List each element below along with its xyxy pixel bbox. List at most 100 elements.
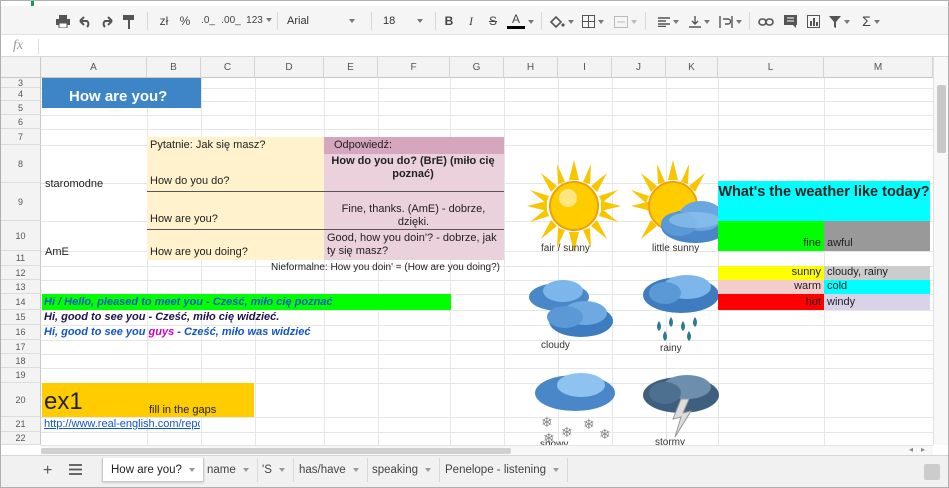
percent-button[interactable]: % (177, 11, 193, 31)
font-family-select[interactable]: Arial (287, 12, 367, 31)
weather-cold-cell[interactable]: cold (824, 280, 930, 294)
question-cell-how-are-you[interactable]: How are you? (147, 192, 324, 230)
exercise-cell[interactable]: ex1 fill in the gaps (42, 383, 254, 417)
horizontal-scroll-thumb[interactable] (41, 448, 511, 454)
borders-button[interactable] (579, 11, 607, 31)
column-header-k[interactable]: K (666, 57, 718, 78)
title-cell[interactable]: How are you? (42, 78, 201, 108)
column-header-d[interactable]: D (255, 57, 324, 78)
weather-title-cell[interactable]: What's the weather like today? (718, 181, 930, 221)
answer-cell-fine-thanks[interactable]: Fine, thanks. (AmE) - dobrze, dzięki. (324, 192, 504, 230)
select-all-corner[interactable] (1, 57, 41, 78)
column-header-c[interactable]: C (201, 57, 255, 78)
greeting-row-14[interactable]: Hi / Hello, pleased to meet you - Cześć,… (42, 294, 451, 310)
row-header-17[interactable]: 17 (1, 340, 41, 354)
formula-input[interactable] (47, 36, 927, 56)
column-header-e[interactable]: E (324, 57, 378, 78)
increase-decimal-button[interactable]: .00_ (221, 11, 241, 31)
row-header-8[interactable]: 8 (1, 145, 41, 183)
row-header-5[interactable]: 5 (1, 101, 41, 115)
horizontal-align-button[interactable] (654, 11, 682, 31)
question-cell-how-do-you-do[interactable]: How do you do? (147, 154, 324, 192)
greeting-row-16[interactable]: Hi, good to see you guys - Cześć, miło w… (42, 325, 502, 340)
row-header-20[interactable]: 20 (1, 383, 41, 417)
row-header-4[interactable]: 4 (1, 88, 41, 101)
row-header-15[interactable]: 15 (1, 310, 41, 325)
redo-icon[interactable] (98, 11, 116, 31)
explore-icon[interactable] (924, 464, 940, 480)
row-header-7[interactable]: 7 (1, 129, 41, 145)
sheet-tab-speaking[interactable]: speaking (364, 458, 441, 482)
column-header-i[interactable]: I (558, 57, 612, 78)
decrease-decimal-button[interactable]: .0_ (197, 11, 219, 31)
column-header-m[interactable]: M (824, 57, 933, 78)
vertical-align-button[interactable] (686, 11, 712, 31)
text-wrap-button[interactable] (716, 11, 744, 31)
answer-header-cell[interactable]: Odpowiedź: (324, 137, 504, 154)
row-header-18[interactable]: 18 (1, 354, 41, 368)
weather-awful-cell[interactable]: awful (824, 221, 930, 251)
column-header-j[interactable]: J (612, 57, 666, 78)
row-header-11[interactable]: 11 (1, 251, 41, 266)
text-color-dropdown[interactable] (527, 11, 535, 31)
row-header-12[interactable]: 12 (1, 266, 41, 280)
italic-button[interactable]: I (464, 11, 478, 31)
weather-fine-cell[interactable]: fine (718, 221, 824, 251)
undo-icon[interactable] (76, 11, 94, 31)
row-header-19[interactable]: 19 (1, 368, 41, 383)
column-header-g[interactable]: G (450, 57, 504, 78)
horizontal-scrollbar[interactable]: ◂ ▸ (41, 445, 933, 455)
greeting-row-15[interactable]: Hi, good to see you - Cześć, miło cię wi… (42, 310, 502, 325)
sheet-tab-s[interactable]: 'S (254, 458, 294, 482)
reference-link[interactable]: http://www.real-english.com/reports (42, 418, 200, 432)
paint-format-icon[interactable] (120, 11, 138, 31)
insert-chart-button[interactable] (803, 11, 823, 31)
fill-color-button[interactable] (547, 11, 575, 31)
row-header-10[interactable]: 10 (1, 221, 41, 251)
row-header-6[interactable]: 6 (1, 115, 41, 129)
weather-hot-cell[interactable]: hot (718, 294, 824, 310)
vertical-scroll-thumb[interactable] (937, 85, 946, 153)
sheet-tab-name[interactable]: name (199, 458, 258, 482)
scroll-left-icon[interactable]: ◂ (909, 445, 913, 454)
row-header-22[interactable]: 22 (1, 432, 41, 445)
weather-sunny-cell[interactable]: sunny (718, 266, 824, 280)
scroll-right-icon[interactable]: ▸ (921, 445, 925, 454)
row-header-9[interactable]: 9 (1, 183, 41, 221)
merge-cells-button[interactable] (611, 11, 639, 31)
row-header-14[interactable]: 14 (1, 294, 41, 310)
vertical-scrollbar[interactable] (933, 57, 948, 445)
column-header-l[interactable]: L (718, 57, 824, 78)
print-icon[interactable] (54, 11, 72, 31)
column-header-b[interactable]: B (147, 57, 201, 78)
answer-cell-how-do-you-do[interactable]: How do you do? (BrE) (miło cię poznać) (324, 154, 504, 192)
insert-comment-button[interactable] (780, 11, 800, 31)
more-formats-button[interactable]: 123 (244, 11, 274, 31)
row-header-13[interactable]: 13 (1, 280, 41, 294)
label-staromodne[interactable]: staromodne (42, 154, 146, 192)
font-size-select[interactable]: 18 (383, 12, 433, 31)
text-color-button[interactable]: A (507, 11, 525, 29)
insert-link-button[interactable] (756, 11, 776, 31)
currency-button[interactable]: zł (155, 11, 173, 31)
row-header-16[interactable]: 16 (1, 325, 41, 340)
weather-cloudy-cell[interactable]: cloudy, rainy (824, 266, 930, 280)
question-cell-how-are-you-doing[interactable]: How are you doing? (147, 230, 324, 260)
all-sheets-icon[interactable] (69, 464, 82, 478)
informal-note[interactable]: Nieformalne: How you doin' = (How are yo… (201, 260, 504, 275)
sheet-tab-penelope-listening[interactable]: Penelope - listening (437, 458, 569, 482)
answer-cell-good-how-you-doin[interactable]: Good, how you doin'? - dobrze, jak ty si… (324, 230, 504, 260)
label-ame[interactable]: AmE (42, 230, 146, 260)
weather-windy-cell[interactable]: windy (824, 294, 930, 310)
row-header-3[interactable]: 3 (1, 78, 41, 88)
sheet-tab-has-have[interactable]: has/have (291, 458, 368, 482)
column-header-a[interactable]: A (41, 57, 147, 78)
column-header-f[interactable]: F (378, 57, 450, 78)
question-header-cell[interactable]: Pytatnie: Jak się masz? (147, 137, 324, 154)
strikethrough-button[interactable]: S (486, 11, 500, 31)
add-sheet-icon[interactable]: + (43, 462, 52, 480)
weather-warm-cell[interactable]: warm (718, 280, 824, 294)
bold-button[interactable]: B (442, 11, 456, 31)
functions-button[interactable]: Σ (858, 11, 884, 31)
filter-button[interactable] (826, 11, 852, 31)
